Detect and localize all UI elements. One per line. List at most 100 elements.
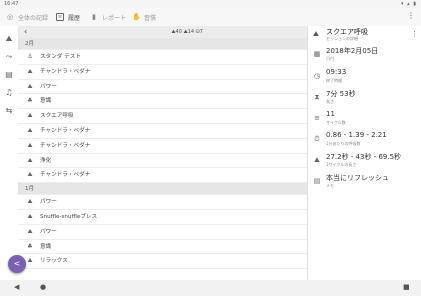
- meditation-icon: ♣: [27, 242, 33, 250]
- settings-icon[interactable]: ⇆: [4, 106, 14, 116]
- detail-caption: メモ: [326, 183, 334, 188]
- breath-icon: ⛰: [27, 156, 33, 164]
- tab-label: レポート: [102, 14, 127, 22]
- overflow-menu-icon[interactable]: ⋮: [407, 11, 415, 20]
- detail-caption: サイクル数: [326, 120, 346, 125]
- hourglass-icon: ⧗: [314, 93, 320, 101]
- list-toolbar: ‹ ⛰40 ⛰14 ⛁7: [18, 26, 307, 38]
- share-button[interactable]: <: [8, 255, 26, 273]
- breath-icon: ⛰: [27, 227, 33, 235]
- detail-caption: 1サイクルの長さ: [326, 162, 357, 167]
- list-item[interactable]: ⛰ パワー: [18, 80, 307, 95]
- tab-history[interactable]: ≡ 履歴: [56, 8, 80, 26]
- bell-icon[interactable]: ♫: [4, 88, 14, 98]
- book-icon[interactable]: ▤: [4, 70, 14, 80]
- list-item-label: 意識: [40, 98, 52, 105]
- nav-home-icon[interactable]: ●: [40, 283, 46, 291]
- detail-value: 2018年2月05日: [326, 47, 379, 55]
- detail-row-breath-rate: ⏱ 0.86 - 1.39 - 2.21 1分あたりの呼吸数: [308, 130, 421, 150]
- list-item[interactable]: ⛰ リラックス: [18, 254, 307, 270]
- month-header: 2月: [18, 38, 307, 50]
- month-label: 1月: [25, 186, 35, 193]
- list-item[interactable]: ⚓ スタンダ テスト: [18, 50, 307, 65]
- detail-row-end-time: ◷ 09:33 終了時間: [308, 67, 421, 87]
- detail-caption: 長さ: [326, 99, 334, 104]
- tab-report[interactable]: ▮ レポート: [90, 8, 126, 26]
- detail-row-cycle-length: ⛰ 27.2秒 - 43秒 - 69.5秒 1サイクルの長さ: [308, 151, 421, 171]
- list-item[interactable]: ⛰ チャンドラ・ベダナ: [18, 139, 307, 154]
- list-item[interactable]: ⛰ スクエア呼吸: [18, 109, 307, 124]
- breath-icon: ⛰: [27, 112, 33, 120]
- system-nav-bar: ◀ ● ■: [0, 280, 421, 296]
- tab-label: 習慣: [144, 14, 157, 22]
- list-item[interactable]: ⛰ 浄化: [18, 154, 307, 169]
- detail-caption: 終了時間: [326, 78, 342, 83]
- detail-row-cycles: ≡ 11 サイクル数: [308, 109, 421, 129]
- detail-subtitle: セッションの詳細: [326, 36, 358, 41]
- tab-overall-log[interactable]: ◎ 全体の記録: [6, 8, 48, 26]
- list-item-label: パワー: [40, 199, 57, 206]
- list-item-label: Snuffle-snuffleブレス: [40, 213, 98, 220]
- breath-icon: ⛰: [314, 156, 320, 164]
- list-rows: 2月 ⚓ スタンダ テスト ⛰ チャンドラ・ベダナ ⛰ パワー ♣ 意識 ⛰ スクエア呼吸 ⛰ チャンド…: [18, 38, 307, 270]
- route-icon[interactable]: ⤳: [4, 52, 14, 62]
- breath-icon: ⛰: [27, 67, 33, 75]
- breath-icon: ⛰: [27, 212, 33, 220]
- breath-icon[interactable]: ⛰: [4, 34, 14, 44]
- month-label: 2月: [25, 41, 35, 47]
- meditation-icon: ♣: [27, 97, 33, 105]
- detail-header: ⛰ スクエア呼吸 セッションの詳細 ⋮: [308, 26, 421, 44]
- calendar-icon: ▦: [313, 50, 321, 58]
- cycles-icon: ≡: [314, 114, 320, 122]
- history-list: ‹ ⛰40 ⛰14 ⛁7 2月 ⚓ スタンダ テスト ⛰ チャンドラ・ベダナ ⛰ パワー ♣ 意…: [18, 26, 307, 280]
- list-item[interactable]: ⛰ Snuffle-snuffleブレス: [18, 210, 307, 225]
- breath-icon: ⚓: [27, 53, 33, 60]
- status-bar: 16:47 ▾ ▴ ▮: [0, 0, 421, 8]
- detail-value: 0.86 - 1.39 - 2.21: [326, 131, 387, 139]
- status-icons: ▾ ▴ ▮: [401, 1, 417, 7]
- breath-icon: ⛰: [27, 126, 33, 134]
- tab-habit[interactable]: ✋ 習慣: [132, 8, 156, 26]
- list-item[interactable]: ♣ 意識: [18, 94, 307, 110]
- list-item-label: スクエア呼吸: [40, 113, 74, 120]
- list-item[interactable]: ⛰ チャンドラ・ベダナ: [18, 124, 307, 139]
- share-icon: <: [13, 259, 21, 268]
- detail-value: 09:33: [326, 68, 347, 76]
- tab-label: 履歴: [68, 14, 81, 22]
- list-item[interactable]: ⛰ チャンドラ・ベダナ: [18, 65, 307, 80]
- breath-icon: ⛰: [27, 171, 33, 179]
- detail-menu-icon[interactable]: ⋮: [411, 30, 418, 38]
- list-item[interactable]: ♣ 意識: [18, 240, 307, 255]
- breath-icon: ⛰: [313, 30, 319, 38]
- list-item-label: リラックス: [40, 258, 68, 265]
- habit-icon: ✋: [132, 13, 141, 21]
- list-item[interactable]: ⛰ パワー: [18, 195, 307, 210]
- tab-label: 全体の記録: [18, 14, 49, 22]
- list-item-label: パワー: [40, 228, 57, 235]
- detail-caption: 1分あたりの呼吸数: [326, 141, 361, 146]
- list-item[interactable]: ⛰ チャンドラ・ベダナ: [18, 168, 307, 184]
- detail-value: 本当にリフレッシュ: [326, 174, 389, 182]
- session-stats: ⛰40 ⛰14 ⛁7: [171, 29, 203, 35]
- detail-row-duration: ⧗ 7分 53秒 長さ: [308, 88, 421, 108]
- nav-back-icon[interactable]: ◀: [14, 283, 19, 291]
- detail-value: 7分 53秒: [326, 90, 356, 98]
- note-icon: ▤: [313, 177, 321, 185]
- status-time: 16:47: [4, 1, 19, 7]
- screen: 16:47 ▾ ▴ ▮ ◎ 全体の記録 ≡ 履歴 ▮ レポート ✋ 習慣 ⋮ ⛰…: [0, 0, 421, 296]
- breath-icon: ⛰: [27, 141, 33, 149]
- chart-icon: ▮: [92, 13, 96, 21]
- list-item-label: スタンダ テスト: [40, 54, 81, 60]
- detail-value: 11: [326, 110, 335, 118]
- list-item-label: チャンドラ・ベダナ: [40, 127, 91, 134]
- app-bar: ◎ 全体の記録 ≡ 履歴 ▮ レポート ✋ 習慣 ⋮: [0, 8, 421, 26]
- list-item-label: 浄化: [40, 157, 52, 164]
- nav-recents-icon[interactable]: ■: [403, 283, 410, 291]
- breath-icon: ⛰: [27, 82, 33, 90]
- detail-row-note: ▤ 本当にリフレッシュ メモ: [308, 172, 421, 192]
- left-rail: ⛰ ⤳ ▤ ♫ ⇆: [0, 26, 18, 280]
- list-item[interactable]: ⛰ パワー: [18, 225, 307, 240]
- detail-caption: 日付: [326, 56, 334, 61]
- list-item-label: チャンドラ・ベダナ: [40, 172, 91, 179]
- back-icon[interactable]: ‹: [24, 27, 27, 36]
